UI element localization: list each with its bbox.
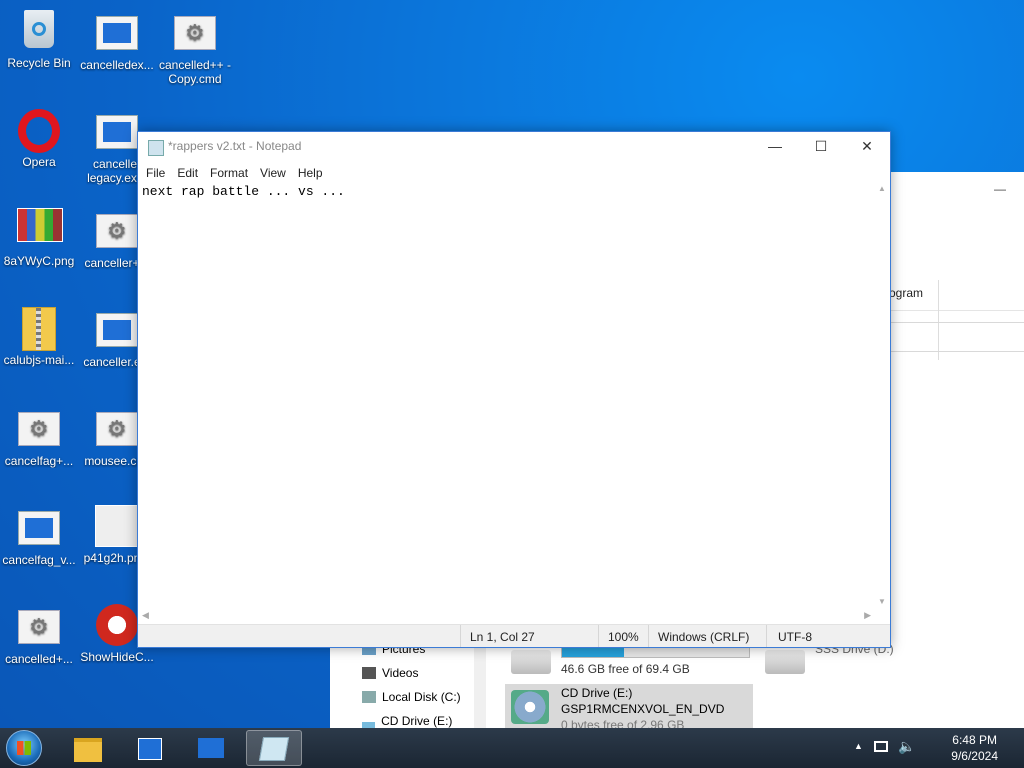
status-divider bbox=[648, 625, 649, 647]
start-button[interactable] bbox=[6, 730, 42, 766]
opera-icon bbox=[17, 109, 61, 153]
line-ending: Windows (CRLF) bbox=[658, 630, 750, 644]
red-shield-app-icon bbox=[95, 604, 139, 648]
clock-date: 9/6/2024 bbox=[951, 749, 998, 763]
notepad-icon bbox=[258, 737, 290, 761]
folder-icon bbox=[74, 738, 102, 762]
scroll-right-icon[interactable]: ▶ bbox=[864, 610, 871, 621]
script-gear-icon: ⚙ bbox=[96, 412, 138, 446]
script-gear-icon: ⚙ bbox=[96, 214, 138, 248]
window-app-icon bbox=[96, 16, 138, 50]
desktop-icon-cancelled-plus[interactable]: ⚙ cancelled+... bbox=[0, 598, 78, 680]
desktop-icon-cancelled-copy-cmd[interactable]: ⚙ cancelled++ - Copy.cmd bbox=[156, 4, 234, 94]
status-divider bbox=[766, 625, 767, 647]
nav-pane-scrollbar[interactable] bbox=[474, 642, 486, 728]
window-app-icon bbox=[96, 313, 138, 347]
notepad-window[interactable]: *rappers v2.txt - Notepad — ☐ ✕ File Edi… bbox=[137, 131, 891, 648]
drive-tile-other[interactable]: SSS Drive (D:) bbox=[765, 642, 1015, 682]
taskbar-notepad[interactable] bbox=[246, 730, 302, 766]
desktop-icon-label: ShowHideC... bbox=[80, 650, 154, 664]
show-hidden-icons-icon[interactable]: ▲ bbox=[854, 741, 863, 751]
scroll-up-icon[interactable]: ▲ bbox=[878, 184, 886, 193]
desktop-icon-label: cancelledex... bbox=[80, 58, 154, 72]
sketch-image-icon bbox=[95, 505, 141, 549]
drive-volume-label: GSP1RMCENXVOL_EN_DVD bbox=[561, 702, 725, 716]
store-icon bbox=[138, 738, 162, 760]
vertical-scrollbar[interactable]: ▲ ▼ bbox=[875, 180, 890, 610]
desktop-icon-cancelfag-v[interactable]: cancelfag_v... bbox=[0, 499, 78, 581]
desktop-icon-label: 8aYWyC.png bbox=[3, 254, 75, 268]
zoom-level: 100% bbox=[608, 630, 639, 644]
desktop-icon-calubjs-zip[interactable]: calubjs-mai... bbox=[0, 301, 78, 383]
desktop-icon-cancelledex[interactable]: cancelledex... bbox=[78, 4, 156, 86]
windows-logo-icon bbox=[17, 741, 31, 755]
script-gear-icon: ⚙ bbox=[174, 16, 216, 50]
desktop-icon-label: cancelled++ - Copy.cmd bbox=[158, 58, 232, 86]
desktop-icon-label: cancelfag+... bbox=[4, 454, 74, 468]
desktop-icon-opera[interactable]: Opera bbox=[0, 103, 78, 185]
status-bar: Ln 1, Col 27 100% Windows (CRLF) UTF-8 bbox=[138, 624, 890, 647]
navigation-pane: Pictures Videos Local Disk (C:) CD Drive… bbox=[330, 642, 470, 742]
taskbar: ▲ 🔈 6:48 PM 9/6/2024 bbox=[0, 728, 1024, 768]
desktop-icon-label: cancelled+... bbox=[5, 652, 73, 666]
encoding: UTF-8 bbox=[778, 630, 812, 644]
close-button[interactable]: ✕ bbox=[844, 132, 890, 162]
system-tray: ▲ 🔈 6:48 PM 9/6/2024 bbox=[854, 728, 1024, 768]
desktop-icon-label: Opera bbox=[22, 155, 56, 169]
status-divider bbox=[460, 625, 461, 647]
drive-icon bbox=[362, 691, 376, 703]
videos-icon bbox=[362, 667, 376, 679]
desktop-icon-8aywyc-png[interactable]: 8aYWyC.png bbox=[0, 202, 78, 284]
clock[interactable]: 6:48 PM 9/6/2024 bbox=[951, 732, 998, 764]
nav-item-local-disk[interactable]: Local Disk (C:) bbox=[362, 690, 461, 704]
zip-folder-icon bbox=[17, 307, 61, 351]
script-gear-icon: ⚙ bbox=[18, 610, 60, 644]
desktop-icon-label: Recycle Bin bbox=[7, 56, 71, 70]
minimize-icon[interactable]: — bbox=[994, 182, 1006, 196]
window-app-icon bbox=[96, 115, 138, 149]
recycle-bin-icon bbox=[17, 10, 61, 54]
desktop-icon-recycle-bin[interactable]: Recycle Bin bbox=[0, 4, 78, 86]
clock-time: 6:48 PM bbox=[952, 733, 997, 747]
scroll-left-icon[interactable]: ◀ bbox=[142, 610, 149, 621]
notepad-icon bbox=[148, 140, 164, 156]
window-title: *rappers v2.txt - Notepad bbox=[168, 139, 302, 153]
taskbar-store[interactable] bbox=[122, 730, 178, 766]
title-bar[interactable]: *rappers v2.txt - Notepad — ☐ ✕ bbox=[138, 132, 890, 162]
scroll-down-icon[interactable]: ▼ bbox=[878, 597, 886, 606]
drive-tile-cd[interactable]: CD Drive (E:) GSP1RMCENXVOL_EN_DVD 0 byt… bbox=[505, 684, 753, 732]
volume-muted-icon[interactable]: 🔈 bbox=[898, 738, 915, 755]
desktop-icon-cancelfag-plus[interactable]: ⚙ cancelfag+... bbox=[0, 400, 78, 482]
mail-icon bbox=[198, 738, 224, 758]
text-editor[interactable]: next rap battle ... vs ... bbox=[138, 180, 875, 610]
status-divider bbox=[598, 625, 599, 647]
minimize-button[interactable]: — bbox=[752, 132, 798, 162]
nav-item-videos[interactable]: Videos bbox=[362, 666, 418, 680]
drive-icon bbox=[765, 650, 805, 674]
drive-tile-local-disk[interactable]: 46.6 GB free of 69.4 GB bbox=[505, 642, 755, 682]
script-gear-icon: ⚙ bbox=[18, 412, 60, 446]
desktop-icon-label: calubjs-mai... bbox=[3, 353, 75, 367]
desktop-icon-label: cancelfag_v... bbox=[2, 553, 76, 567]
nav-item-label: Local Disk (C:) bbox=[382, 690, 461, 704]
image-thumbnail-icon bbox=[17, 208, 63, 252]
horizontal-scrollbar[interactable]: ◀ ▶ bbox=[138, 609, 875, 623]
drive-name: CD Drive (E:) bbox=[561, 686, 633, 700]
nav-item-label: Videos bbox=[382, 666, 419, 680]
drive-free-space: 46.6 GB free of 69.4 GB bbox=[561, 662, 690, 676]
taskbar-file-explorer[interactable] bbox=[60, 730, 116, 766]
drive-icon bbox=[511, 650, 551, 674]
taskbar-mail[interactable] bbox=[184, 730, 240, 766]
maximize-button[interactable]: ☐ bbox=[798, 132, 844, 162]
network-icon[interactable] bbox=[874, 741, 888, 752]
cd-drive-icon bbox=[511, 690, 549, 724]
cursor-position: Ln 1, Col 27 bbox=[470, 630, 535, 644]
window-app-icon bbox=[18, 511, 60, 545]
